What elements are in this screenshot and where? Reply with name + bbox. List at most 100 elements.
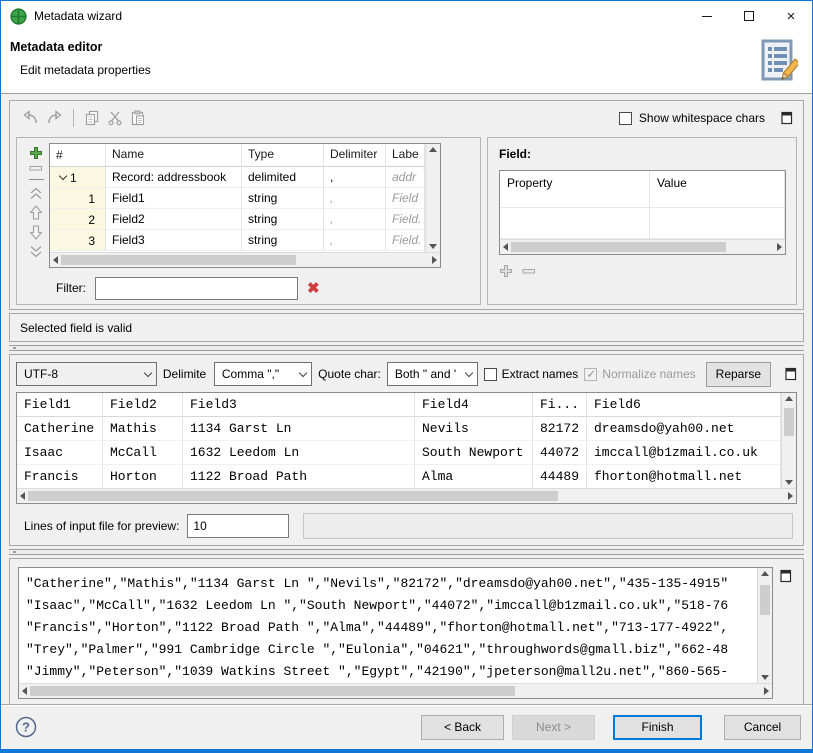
scrollbar-thumb[interactable]: [511, 242, 726, 252]
col-header-type[interactable]: Type: [242, 144, 324, 167]
record-row[interactable]: 1 Record: addressbook delimited , addr: [50, 167, 425, 188]
field-num: 1: [56, 192, 105, 206]
collapse-record-icon[interactable]: [59, 172, 67, 180]
preview-cell: Francis: [17, 465, 103, 488]
move-top-icon[interactable]: [29, 187, 43, 200]
scroll-right-icon[interactable]: [432, 256, 437, 264]
show-whitespace-checkbox[interactable]: [619, 112, 632, 125]
raw-line: "Trey","Palmer","991 Cambridge Circle ",…: [26, 639, 755, 661]
reparse-button[interactable]: Reparse: [706, 362, 771, 387]
data-preview-table: Field1 Field2 Field3 Field4 Fi... Field6…: [16, 392, 797, 504]
scrollbar-thumb[interactable]: [28, 491, 558, 501]
scroll-down-icon[interactable]: [429, 244, 437, 249]
scroll-down-icon[interactable]: [785, 480, 793, 485]
property-horizontal-scrollbar[interactable]: [500, 239, 785, 254]
undo-icon[interactable]: [22, 110, 39, 126]
field-type: string: [242, 230, 324, 251]
preview-col-header[interactable]: Fi...: [533, 393, 587, 417]
preview-cell: 1134 Garst Ln: [183, 417, 415, 441]
status-message: Selected field is valid: [20, 321, 132, 335]
lines-of-input-field[interactable]: [187, 514, 289, 538]
preview-col-header[interactable]: Field1: [17, 393, 103, 417]
preview-row[interactable]: Catherine Mathis 1134 Garst Ln Nevils 82…: [17, 417, 781, 441]
scroll-up-icon[interactable]: [785, 396, 793, 401]
col-header-label[interactable]: Labe: [386, 144, 425, 167]
scroll-up-icon[interactable]: [761, 571, 769, 576]
extract-names-checkbox[interactable]: [484, 368, 497, 381]
clear-filter-icon[interactable]: ✖: [307, 281, 320, 296]
remove-field-icon[interactable]: [29, 165, 43, 172]
add-field-icon[interactable]: [29, 146, 43, 160]
remove-property-icon[interactable]: [522, 268, 536, 275]
finish-button[interactable]: Finish: [613, 715, 702, 740]
preview-horizontal-scrollbar[interactable]: [17, 488, 796, 503]
property-column-header[interactable]: Property: [500, 171, 650, 208]
splitter-sash[interactable]: [9, 345, 804, 351]
preview-col-header[interactable]: Field3: [183, 393, 415, 417]
raw-preview-text[interactable]: "Catherine","Mathis","1134 Garst Ln ","N…: [19, 568, 757, 683]
col-header-num[interactable]: #: [50, 144, 106, 167]
quote-char-select[interactable]: Both " and ': [387, 362, 478, 386]
delimiter-select[interactable]: Comma ",": [214, 362, 312, 386]
move-down-icon[interactable]: [29, 225, 43, 240]
value-column-header[interactable]: Value: [650, 171, 785, 208]
field-num: 3: [56, 234, 105, 248]
redo-icon[interactable]: [46, 110, 63, 126]
preview-col-header[interactable]: Field2: [103, 393, 183, 417]
preview-col-header[interactable]: Field4: [415, 393, 533, 417]
move-up-icon[interactable]: [29, 205, 43, 220]
copy-icon[interactable]: [84, 110, 100, 126]
fields-horizontal-scrollbar[interactable]: [50, 252, 440, 267]
splitter-sash[interactable]: [9, 549, 804, 555]
preview-cell: imccall@b1zmail.co.uk: [587, 441, 781, 465]
scroll-left-icon[interactable]: [503, 243, 508, 251]
charset-select[interactable]: UTF-8: [16, 362, 157, 386]
field-row[interactable]: 3 Field3 string , Field.: [50, 230, 425, 251]
maximize-panel-icon[interactable]: [785, 367, 797, 381]
scroll-left-icon[interactable]: [20, 492, 25, 500]
preview-cell: dreamsdo@yah00.net: [587, 417, 781, 441]
scroll-left-icon[interactable]: [22, 687, 27, 695]
field-panel-title: Field:: [499, 147, 786, 161]
scroll-right-icon[interactable]: [788, 492, 793, 500]
raw-line: "Francis","Horton","1122 Broad Path ","A…: [26, 617, 755, 639]
scroll-left-icon[interactable]: [53, 256, 58, 264]
preview-vertical-scrollbar[interactable]: [781, 393, 796, 488]
fields-vertical-scrollbar[interactable]: [425, 144, 440, 252]
cancel-button[interactable]: Cancel: [724, 715, 801, 740]
maximize-panel-icon[interactable]: [780, 569, 792, 583]
field-row[interactable]: 1 Field1 string , Field: [50, 188, 425, 209]
help-icon[interactable]: ?: [14, 715, 38, 739]
scroll-right-icon[interactable]: [777, 243, 782, 251]
preview-row[interactable]: Francis Horton 1122 Broad Path Alma 4448…: [17, 465, 781, 488]
preview-col-header[interactable]: Field6: [587, 393, 781, 417]
scrollbar-thumb[interactable]: [784, 408, 794, 436]
col-header-name[interactable]: Name: [106, 144, 242, 167]
scroll-up-icon[interactable]: [429, 147, 437, 152]
col-header-delimiter[interactable]: Delimiter: [324, 144, 386, 167]
add-property-icon[interactable]: [499, 264, 513, 278]
move-bottom-icon[interactable]: [29, 245, 43, 258]
empty-value-cell: [650, 208, 785, 239]
metadata-editor-section: Show whitespace chars: [9, 100, 804, 310]
charset-value: UTF-8: [24, 367, 139, 381]
scrollbar-thumb[interactable]: [30, 686, 515, 696]
paste-icon[interactable]: [130, 110, 146, 126]
field-row[interactable]: 2 Field2 string , Field.: [50, 209, 425, 230]
cut-icon[interactable]: [107, 110, 123, 126]
preview-row[interactable]: Isaac McCall 1632 Leedom Ln South Newpor…: [17, 441, 781, 465]
extract-names-option[interactable]: Extract names: [484, 367, 579, 381]
scroll-right-icon[interactable]: [764, 687, 769, 695]
filter-input[interactable]: [95, 277, 298, 300]
raw-vertical-scrollbar[interactable]: [757, 568, 772, 683]
maximize-panel-icon[interactable]: [781, 111, 793, 125]
preview-cell: Isaac: [17, 441, 103, 465]
raw-horizontal-scrollbar[interactable]: [19, 683, 772, 698]
maximize-button[interactable]: [728, 1, 770, 31]
minimize-button[interactable]: [686, 1, 728, 31]
scroll-down-icon[interactable]: [761, 675, 769, 680]
scrollbar-thumb[interactable]: [61, 255, 296, 265]
close-button[interactable]: ×: [770, 1, 812, 31]
scrollbar-thumb[interactable]: [760, 585, 770, 615]
back-button[interactable]: < Back: [421, 715, 504, 740]
